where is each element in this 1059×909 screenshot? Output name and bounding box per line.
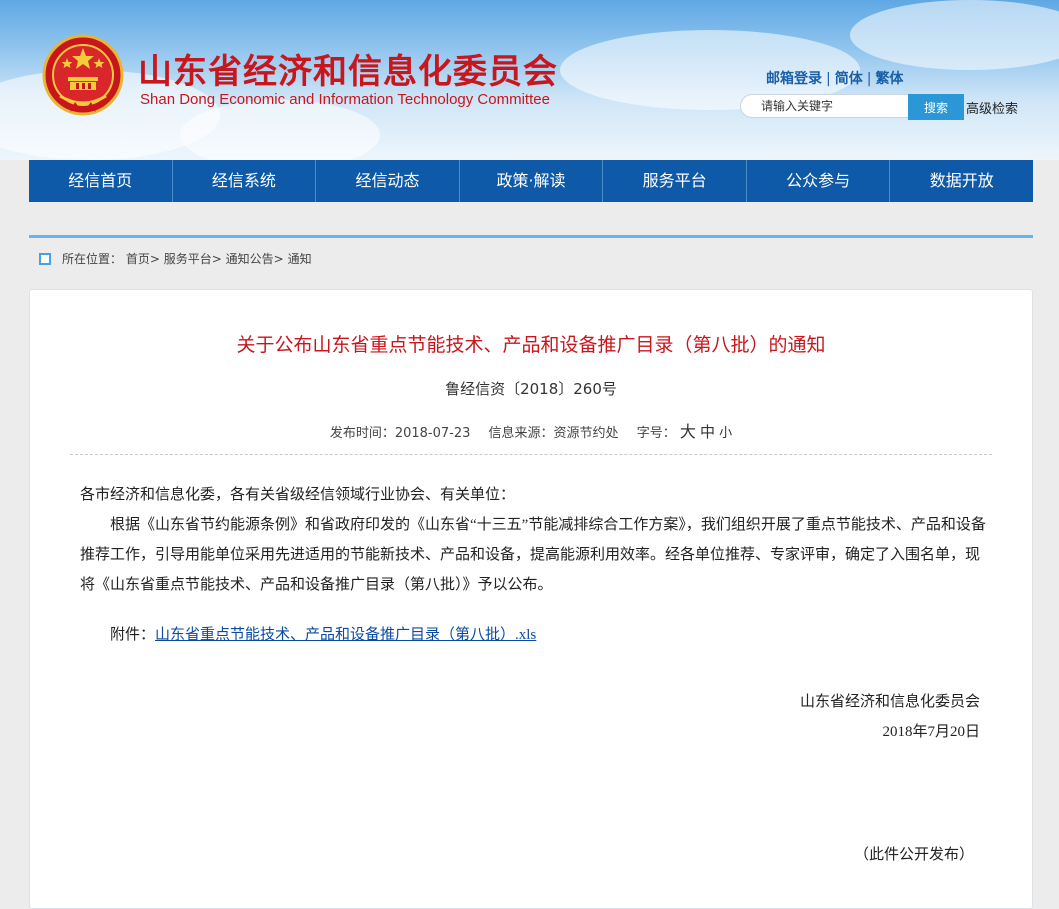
font-size-medium-button[interactable]: 中 — [700, 423, 715, 441]
article-panel: 关于公布山东省重点节能技术、产品和设备推广目录（第八批）的通知 鲁经信资〔201… — [29, 289, 1033, 909]
site-title: 山东省经济和信息化委员会 — [138, 52, 558, 92]
national-emblem-icon — [42, 34, 124, 116]
attachment-label: 附件： — [110, 627, 156, 643]
font-size-large-button[interactable]: 大 — [680, 422, 696, 441]
top-links: 邮箱登录 | 简体 | 繁体 — [766, 68, 903, 88]
cloud-decoration — [850, 0, 1059, 70]
font-size-label: 字号： — [636, 426, 676, 441]
divider: | — [866, 71, 872, 87]
breadcrumb-separator: > — [149, 252, 160, 266]
nav-item-news[interactable]: 经信动态 — [316, 160, 460, 202]
source-label: 信息来源： — [488, 426, 554, 441]
simplified-chinese-link[interactable]: 简体 — [835, 71, 863, 87]
salutation: 各市经济和信息化委，各有关省级经信领域行业协会、有关单位： — [80, 487, 516, 503]
article-meta: 发布时间：2018-07-23 信息来源：资源节约处 字号： 大 中 小 — [30, 418, 1032, 442]
publish-note: （此件公开发布） — [853, 847, 974, 863]
nav-item-policy[interactable]: 政策·解读 — [460, 160, 604, 202]
nav-item-service[interactable]: 服务平台 — [603, 160, 747, 202]
traditional-chinese-link[interactable]: 繁体 — [875, 71, 903, 87]
breadcrumb-separator: > — [211, 252, 222, 266]
font-size-small-button[interactable]: 小 — [719, 426, 732, 441]
signature-date: 2018年7月20日 — [882, 724, 980, 740]
article-body: 各市经济和信息化委，各有关省级经信领域行业协会、有关单位： 根据《山东省节约能源… — [80, 480, 990, 650]
signature-org: 山东省经济和信息化委员会 — [799, 694, 980, 710]
main-nav: 经信首页 经信系统 经信动态 政策·解读 服务平台 公众参与 数据开放 — [29, 160, 1033, 202]
header-banner: 山东省经济和信息化委员会 Shan Dong Economic and Info… — [0, 0, 1059, 160]
breadcrumb-notices[interactable]: 通知公告 — [226, 252, 274, 266]
attachment-link[interactable]: 山东省重点节能技术、产品和设备推广目录（第八批）.xls — [155, 627, 536, 643]
source-value: 资源节约处 — [553, 426, 619, 441]
nav-item-open-data[interactable]: 数据开放 — [890, 160, 1033, 202]
publish-date: 2018-07-23 — [394, 426, 471, 441]
search-input[interactable] — [740, 94, 910, 118]
document-number: 鲁经信资〔2018〕260号 — [445, 380, 617, 398]
breadcrumb-service[interactable]: 服务平台 — [164, 252, 212, 266]
nav-item-system[interactable]: 经信系统 — [173, 160, 317, 202]
nav-item-public[interactable]: 公众参与 — [747, 160, 891, 202]
body-paragraph: 根据《山东省节约能源条例》和省政府印发的《山东省“十三五”节能减排综合工作方案》… — [80, 517, 986, 593]
breadcrumb-text: 所在位置： 首页> 服务平台> 通知公告> 通知 — [62, 250, 312, 267]
advanced-search-link[interactable]: 高级检索 — [966, 98, 1018, 117]
mail-login-link[interactable]: 邮箱登录 — [766, 71, 822, 87]
breadcrumb-prefix: 所在位置： — [62, 252, 123, 266]
breadcrumb-separator: > — [273, 252, 284, 266]
signature-block: 山东省经济和信息化委员会 2018年7月20日 — [800, 687, 980, 747]
search-button[interactable]: 搜索 — [908, 94, 964, 120]
breadcrumb: 所在位置： 首页> 服务平台> 通知公告> 通知 — [29, 235, 1033, 280]
article-title: 关于公布山东省重点节能技术、产品和设备推广目录（第八批）的通知 — [236, 334, 826, 356]
site-subtitle: Shan Dong Economic and Information Techn… — [140, 91, 550, 108]
divider — [70, 454, 992, 455]
cloud-decoration — [180, 100, 380, 160]
divider: | — [826, 71, 831, 87]
nav-item-home[interactable]: 经信首页 — [29, 160, 173, 202]
breadcrumb-notice[interactable]: 通知 — [288, 252, 312, 266]
location-square-icon — [39, 253, 51, 265]
breadcrumb-home[interactable]: 首页 — [126, 252, 150, 266]
publish-date-label: 发布时间： — [329, 426, 395, 441]
attachment-line: 附件：山东省重点节能技术、产品和设备推广目录（第八批）.xls — [80, 620, 990, 650]
